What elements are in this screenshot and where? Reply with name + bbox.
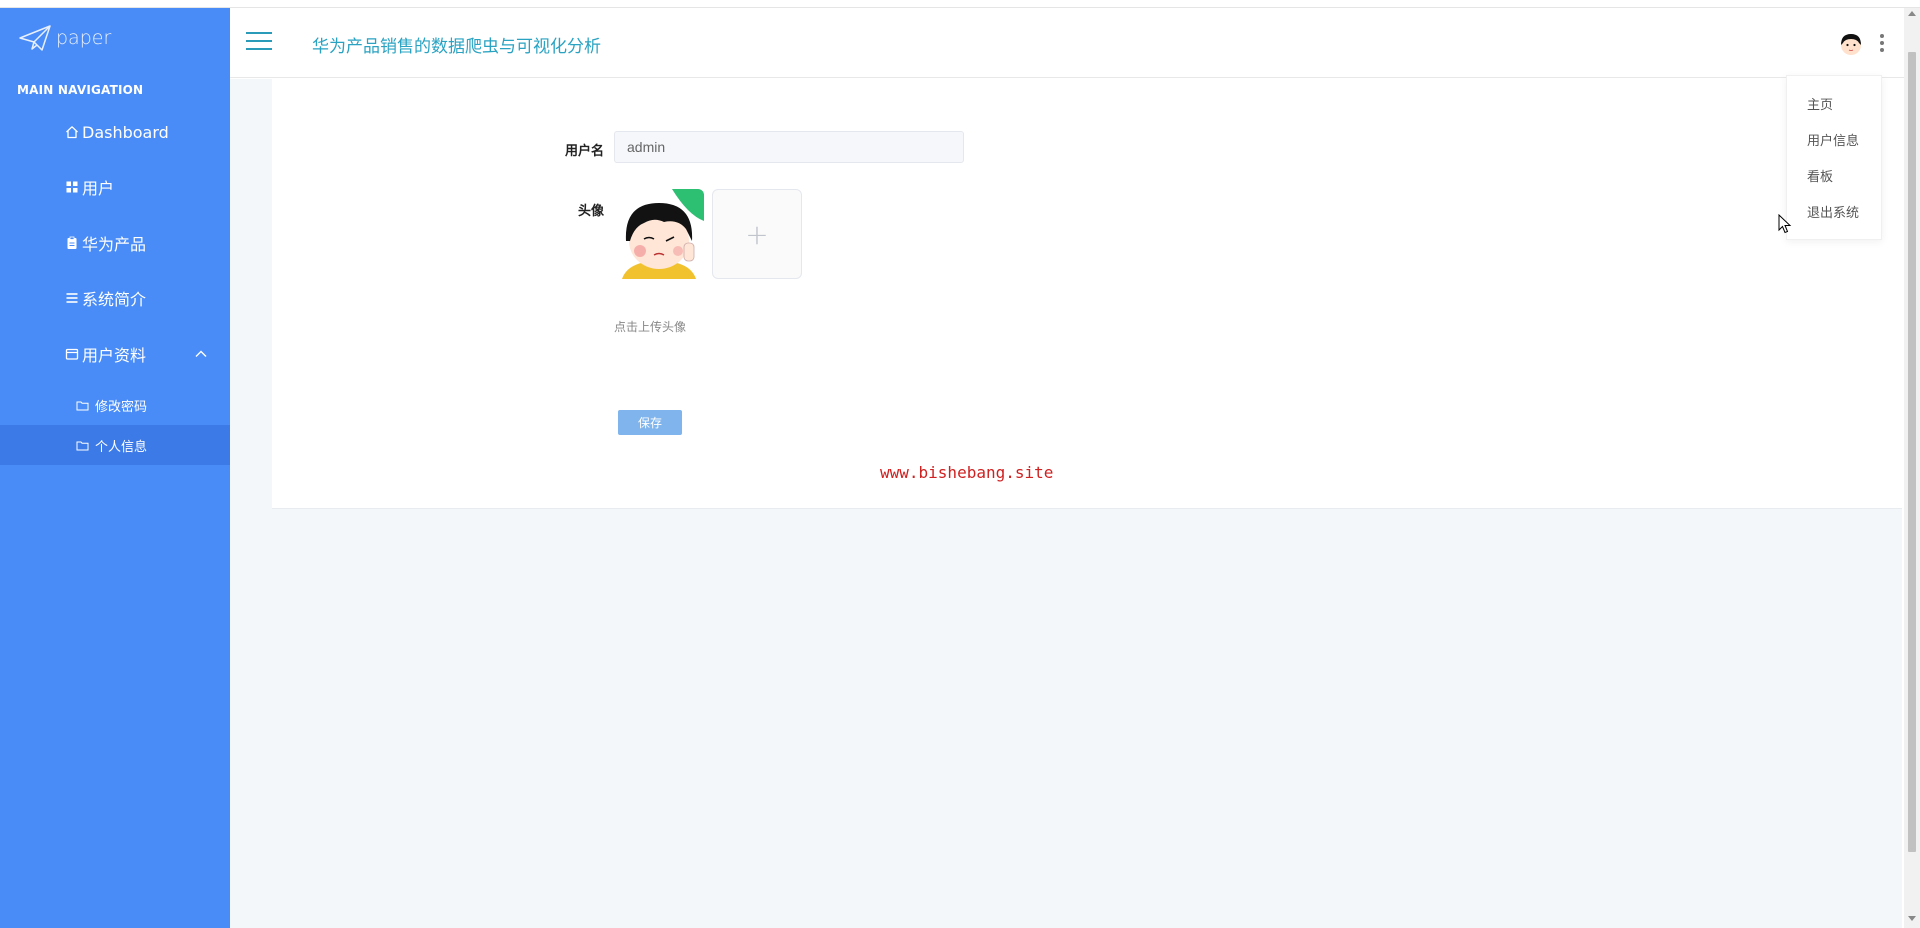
chevron-up-icon [195, 350, 207, 357]
sidebar-item-label: 用户 [82, 179, 115, 198]
mouse-cursor-icon [1778, 214, 1792, 234]
list-icon [64, 291, 79, 306]
sidebar-subitem-label: 个人信息 [95, 439, 148, 455]
scroll-down-arrow-icon[interactable] [1908, 916, 1916, 921]
page-title: 华为产品销售的数据爬虫与可视化分析 [312, 37, 601, 57]
top-header: 华为产品销售的数据爬虫与可视化分析 [230, 8, 1920, 78]
sidebar-item-system-intro[interactable]: 系统简介 [0, 274, 230, 322]
card-icon [64, 347, 79, 362]
home-icon [64, 125, 79, 140]
paper-plane-icon [19, 25, 51, 51]
dropdown-item-home[interactable]: 主页 [1807, 94, 1833, 113]
sidebar-item-label: Dashboard [82, 122, 169, 142]
grid-icon [64, 180, 79, 195]
watermark: www.bishebang.site [880, 463, 1054, 482]
clipboard-icon [64, 236, 79, 251]
logo[interactable]: paper [18, 22, 111, 54]
username-value: admin [627, 139, 666, 155]
sidebar: paper MAIN NAVIGATION Dashboard 用户 华为产品 … [0, 8, 254, 928]
avatar-label: 头像 [577, 204, 604, 219]
user-dropdown-menu: 主页 用户信息 看板 退出系统 [1786, 75, 1882, 240]
sidebar-subitem-label: 修改密码 [95, 399, 148, 415]
sidebar-item-label: 用户资料 [82, 346, 147, 365]
main-content [230, 79, 1902, 928]
save-button[interactable]: 保存 [618, 410, 682, 435]
nav-section-title: MAIN NAVIGATION [17, 83, 144, 97]
sidebar-item-users[interactable]: 用户 [0, 163, 230, 211]
dropdown-item-user-info[interactable]: 用户信息 [1807, 130, 1859, 149]
sidebar-item-dashboard[interactable]: Dashboard [0, 108, 230, 156]
username-label: 用户名 [564, 144, 604, 159]
logo-text: paper [56, 27, 112, 49]
user-avatar[interactable] [1838, 31, 1864, 57]
sidebar-item-label: 华为产品 [82, 235, 147, 254]
folder-icon [76, 399, 89, 412]
avatar-upload-button[interactable]: + [712, 189, 802, 279]
dropdown-item-board[interactable]: 看板 [1807, 166, 1833, 185]
sidebar-subitem-change-password[interactable]: 修改密码 [0, 385, 230, 425]
folder-icon [76, 439, 89, 452]
sidebar-item-huawei-products[interactable]: 华为产品 [0, 219, 230, 267]
upload-tip: 点击上传头像 [614, 320, 687, 334]
plus-icon: + [745, 217, 769, 251]
avatar-image[interactable] [614, 189, 704, 279]
profile-form-panel [272, 79, 1902, 509]
scroll-up-arrow-icon[interactable] [1908, 11, 1916, 16]
dropdown-item-logout[interactable]: 退出系统 [1807, 202, 1859, 221]
sidebar-item-user-profile[interactable]: 用户资料 [0, 330, 230, 378]
more-options-icon[interactable] [1878, 34, 1886, 54]
menu-toggle-icon[interactable] [246, 32, 272, 54]
scroll-thumb[interactable] [1908, 52, 1916, 852]
vertical-scrollbar[interactable] [1904, 8, 1920, 928]
window-top-edge [0, 0, 1920, 8]
username-input[interactable]: admin [614, 131, 964, 163]
sidebar-subitem-personal-info[interactable]: 个人信息 [0, 425, 254, 465]
sidebar-item-label: 系统简介 [82, 290, 147, 309]
